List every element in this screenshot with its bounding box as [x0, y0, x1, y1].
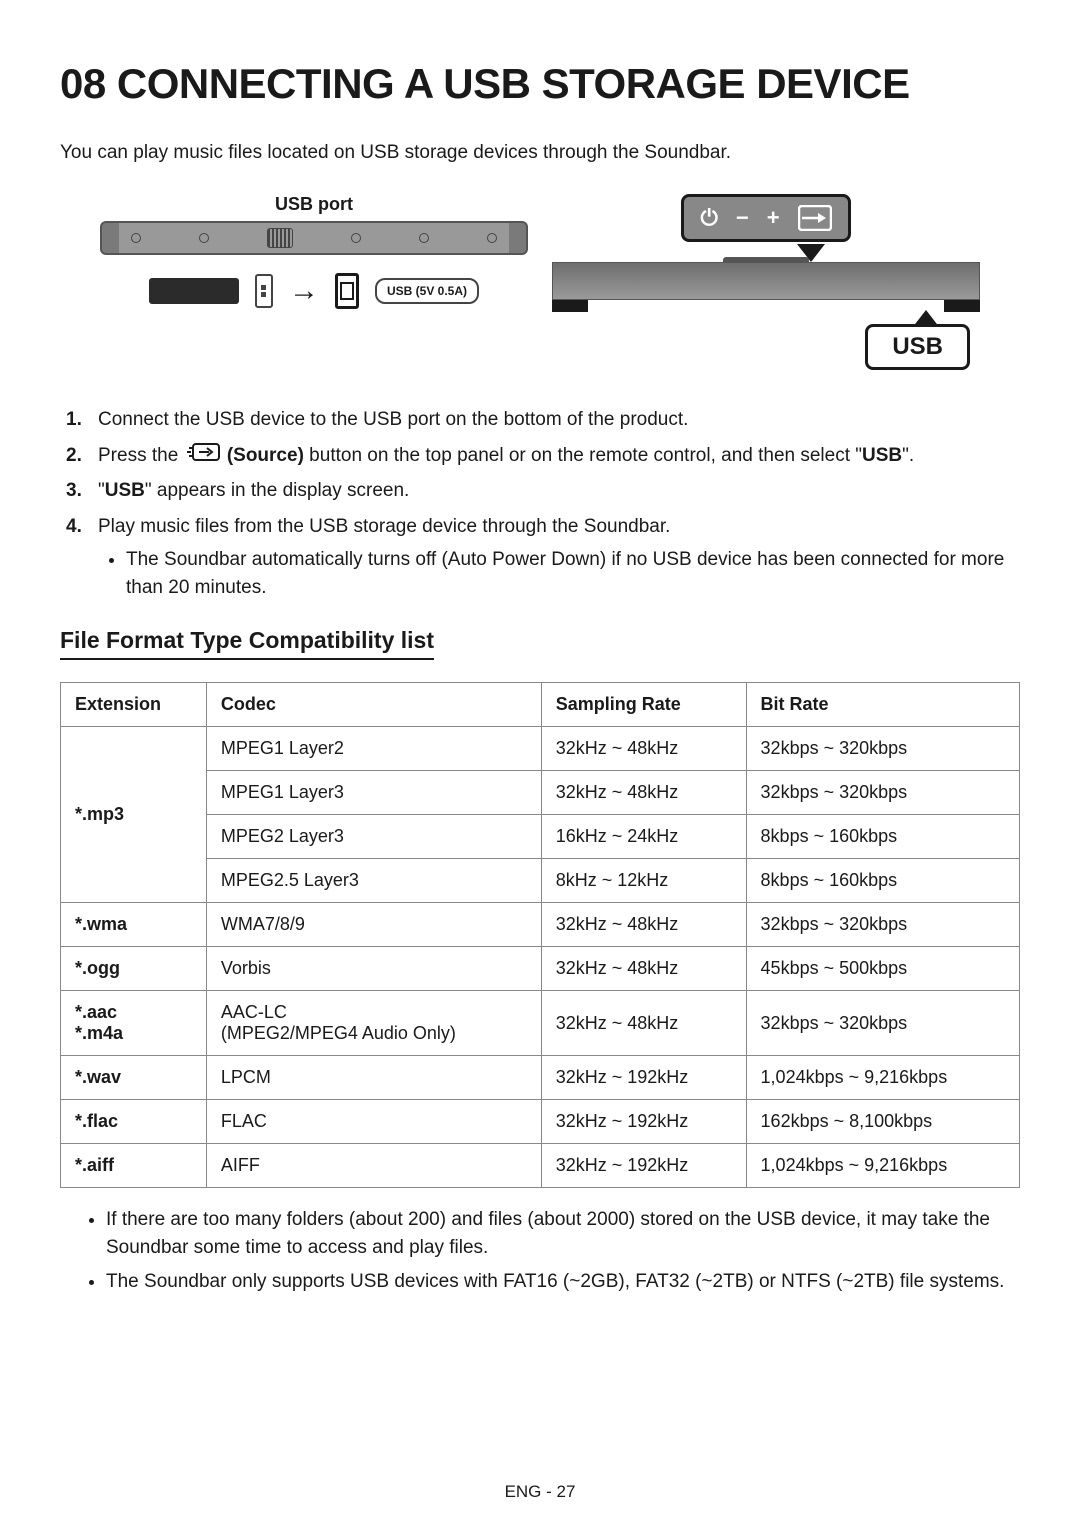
- cell-sampling-rate: 8kHz ~ 12kHz: [541, 859, 746, 903]
- step-2: Press the (Source) button on the top pan…: [74, 442, 1020, 470]
- cell-bit-rate: 8kbps ~ 160kbps: [746, 859, 1019, 903]
- cell-bit-rate: 162kbps ~ 8,100kbps: [746, 1100, 1019, 1144]
- cell-bit-rate: 8kbps ~ 160kbps: [746, 815, 1019, 859]
- cell-bit-rate: 1,024kbps ~ 9,216kbps: [746, 1056, 1019, 1100]
- th-codec: Codec: [206, 683, 541, 727]
- cell-extension: *.aiff: [61, 1144, 207, 1188]
- step-4-bullets: The Soundbar automatically turns off (Au…: [126, 546, 1020, 601]
- steps-list: Connect the USB device to the USB port o…: [74, 406, 1020, 601]
- power-icon: ⏻: [700, 205, 717, 231]
- cell-bit-rate: 32kbps ~ 320kbps: [746, 991, 1019, 1056]
- cell-extension: *.mp3: [61, 727, 207, 903]
- cell-extension: *.ogg: [61, 947, 207, 991]
- cell-bit-rate: 1,024kbps ~ 9,216kbps: [746, 1144, 1019, 1188]
- page-title: 08 CONNECTING A USB STORAGE DEVICE: [60, 60, 1020, 108]
- diagram-row: USB port → USB (5V 0.5A) ⏻ − +: [100, 194, 980, 370]
- cell-bit-rate: 32kbps ~ 320kbps: [746, 771, 1019, 815]
- cell-sampling-rate: 32kHz ~ 192kHz: [541, 1056, 746, 1100]
- cell-sampling-rate: 32kHz ~ 192kHz: [541, 1100, 746, 1144]
- cell-extension: *.aac *.m4a: [61, 991, 207, 1056]
- diagram-left: USB port → USB (5V 0.5A): [100, 194, 528, 309]
- table-row: *.flacFLAC32kHz ~ 192kHz162kbps ~ 8,100k…: [61, 1100, 1020, 1144]
- th-sampling-rate: Sampling Rate: [541, 683, 746, 727]
- cell-sampling-rate: 32kHz ~ 192kHz: [541, 1144, 746, 1188]
- cell-sampling-rate: 32kHz ~ 48kHz: [541, 947, 746, 991]
- cell-bit-rate: 32kbps ~ 320kbps: [746, 727, 1019, 771]
- notes-list: If there are too many folders (about 200…: [106, 1206, 1020, 1295]
- cell-codec: MPEG1 Layer2: [206, 727, 541, 771]
- table-row: *.wavLPCM32kHz ~ 192kHz1,024kbps ~ 9,216…: [61, 1056, 1020, 1100]
- usb-connection-illustration: → USB (5V 0.5A): [100, 273, 528, 309]
- cell-codec: AAC-LC (MPEG2/MPEG4 Audio Only): [206, 991, 541, 1056]
- table-row: *.wmaWMA7/8/932kHz ~ 48kHz32kbps ~ 320kb…: [61, 903, 1020, 947]
- cell-codec: MPEG2 Layer3: [206, 815, 541, 859]
- compatibility-table: Extension Codec Sampling Rate Bit Rate *…: [60, 682, 1020, 1188]
- note-1: If there are too many folders (about 200…: [106, 1206, 1020, 1261]
- cell-bit-rate: 45kbps ~ 500kbps: [746, 947, 1019, 991]
- cell-codec: FLAC: [206, 1100, 541, 1144]
- cell-bit-rate: 32kbps ~ 320kbps: [746, 903, 1019, 947]
- soundbar-front-illustration: [552, 262, 980, 312]
- source-inline-icon: [186, 442, 220, 470]
- cell-sampling-rate: 32kHz ~ 48kHz: [541, 991, 746, 1056]
- table-row: *.aiffAIFF32kHz ~ 192kHz1,024kbps ~ 9,21…: [61, 1144, 1020, 1188]
- diagram-right: ⏻ − + USB: [552, 194, 980, 370]
- th-extension: Extension: [61, 683, 207, 727]
- usb-socket-label: USB (5V 0.5A): [375, 278, 479, 304]
- cell-extension: *.flac: [61, 1100, 207, 1144]
- usb-display-text: USB: [865, 324, 970, 370]
- cell-sampling-rate: 16kHz ~ 24kHz: [541, 815, 746, 859]
- step-4-bullet-1: The Soundbar automatically turns off (Au…: [126, 546, 1020, 601]
- page-number: ENG - 27: [0, 1482, 1080, 1502]
- table-row: *.oggVorbis32kHz ~ 48kHz45kbps ~ 500kbps: [61, 947, 1020, 991]
- plus-icon: +: [767, 205, 780, 231]
- usb-plug-icon: [255, 274, 273, 308]
- cell-sampling-rate: 32kHz ~ 48kHz: [541, 771, 746, 815]
- cell-codec: WMA7/8/9: [206, 903, 541, 947]
- table-row: *.mp3MPEG1 Layer232kHz ~ 48kHz32kbps ~ 3…: [61, 727, 1020, 771]
- step-4: Play music files from the USB storage de…: [74, 513, 1020, 602]
- th-bit-rate: Bit Rate: [746, 683, 1019, 727]
- cell-extension: *.wma: [61, 903, 207, 947]
- section-subtitle: File Format Type Compatibility list: [60, 627, 434, 660]
- cell-extension: *.wav: [61, 1056, 207, 1100]
- cell-sampling-rate: 32kHz ~ 48kHz: [541, 903, 746, 947]
- usb-port-label: USB port: [100, 194, 528, 215]
- remote-panel-illustration: ⏻ − +: [681, 194, 850, 242]
- step-1: Connect the USB device to the USB port o…: [74, 406, 1020, 434]
- note-2: The Soundbar only supports USB devices w…: [106, 1268, 1020, 1296]
- table-row: *.aac *.m4aAAC-LC (MPEG2/MPEG4 Audio Onl…: [61, 991, 1020, 1056]
- soundbar-top-illustration: [100, 221, 528, 255]
- usb-stick-icon: [149, 278, 239, 304]
- table-header-row: Extension Codec Sampling Rate Bit Rate: [61, 683, 1020, 727]
- cell-codec: MPEG2.5 Layer3: [206, 859, 541, 903]
- arrow-right-icon: →: [289, 274, 319, 308]
- cell-codec: LPCM: [206, 1056, 541, 1100]
- cell-codec: AIFF: [206, 1144, 541, 1188]
- usb-socket-icon: [335, 273, 359, 309]
- minus-icon: −: [736, 205, 749, 231]
- cell-codec: MPEG1 Layer3: [206, 771, 541, 815]
- source-icon: [798, 205, 832, 231]
- cell-codec: Vorbis: [206, 947, 541, 991]
- step-3: "USB" appears in the display screen.: [74, 477, 1020, 505]
- cell-sampling-rate: 32kHz ~ 48kHz: [541, 727, 746, 771]
- intro-text: You can play music files located on USB …: [60, 142, 1020, 164]
